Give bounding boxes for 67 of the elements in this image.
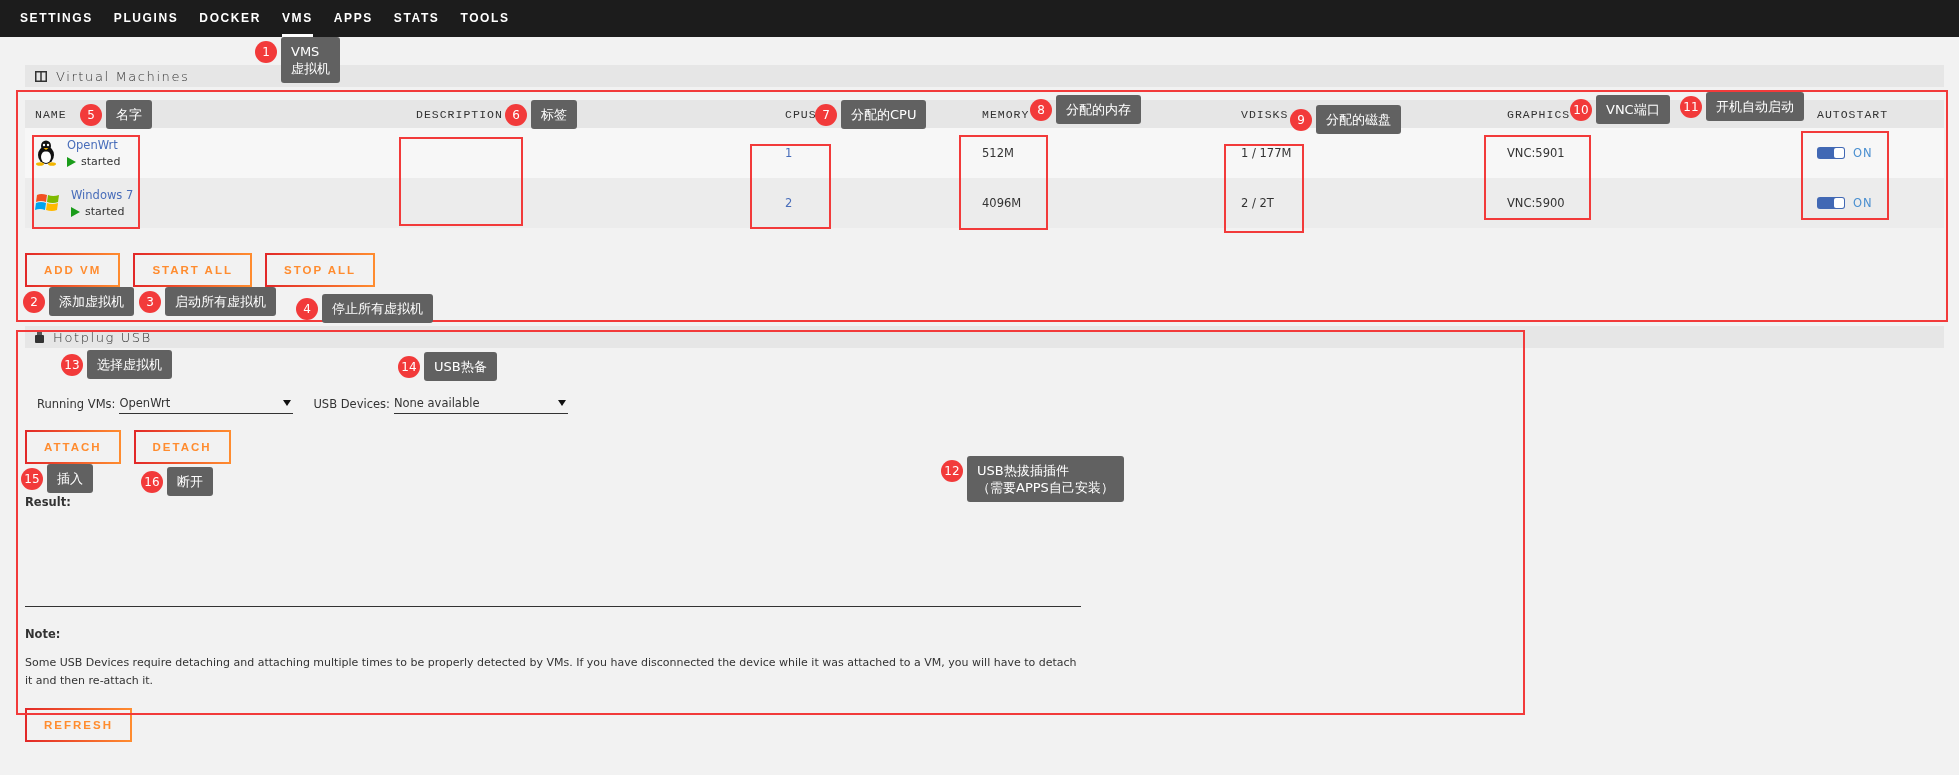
callout-label: 选择虚拟机 [87,350,172,379]
autostart-toggle[interactable] [1817,147,1845,159]
callout-label: 停止所有虚拟机 [322,294,433,323]
callout-label: 插入 [47,464,93,493]
running-vms-label: Running VMs: [37,396,116,411]
nav-tab[interactable]: APPS [333,0,373,37]
table-cell: 512M [972,128,1231,178]
column-header: AUTOSTART [1807,100,1944,128]
callout-label: 启动所有虚拟机 [165,287,276,316]
caret-icon [283,400,292,406]
columns-icon [35,70,47,82]
table-cell: VNC:5900 [1497,178,1807,228]
table-cell: 1 / 177M [1231,128,1497,178]
section-title: Virtual Machines [56,68,190,84]
note-text: Some USB Devices require detaching and attaching multiple times to be properly detected by VMs. If you have disconnected the device while it was attached to a VM, you will have to detach it and then re-attach it. [25,655,1078,689]
callout-number: 4 [296,298,318,320]
callout-label: VNC端口 [1596,95,1670,124]
nav-tab[interactable]: STATS [393,0,440,37]
nav-tab[interactable]: SETTINGS [20,0,93,37]
autostart-label: ON [1853,146,1873,160]
callout-text: VMS [291,43,321,60]
callout-number: 14 [398,356,420,378]
callout-text: USB热拔插插件 [977,462,1070,479]
callout-label: 添加虚拟机 [49,287,134,316]
table-cell: 4096M [972,178,1231,228]
callout-label: USB热备 [424,352,497,381]
callout-label: 断开 [167,467,213,496]
cpu-count-link[interactable]: 1 [785,146,793,160]
usb-devices-label: USB Devices: [313,396,390,411]
vm-name-link[interactable]: OpenWrt [67,138,121,152]
vm-name-link[interactable]: Windows 7 [71,188,134,202]
callout-text: 虚拟机 [291,60,330,77]
caret-icon [557,400,566,406]
vm-status: started [85,205,125,218]
table-cell: VNC:5901 [1497,128,1807,178]
callout-number: 3 [139,291,161,313]
table-cell: 2 / 2T [1231,178,1497,228]
cpu-count-link[interactable]: 2 [785,196,793,210]
callout-number: 2 [23,291,45,313]
nav-tab[interactable]: TOOLS [460,0,510,37]
callout-text: （需要APPS自己安装） [977,479,1114,496]
callout-label: 名字 [106,100,152,129]
callout-number: 11 [1680,96,1702,118]
callout-number: 13 [61,354,83,376]
callout-label: 分配的磁盘 [1316,105,1401,134]
callout-number: 10 [1570,99,1592,121]
callout-number: 16 [141,471,163,493]
note-label: Note: [25,627,62,641]
callout-number: 1 [255,41,277,63]
usb-plug-icon [35,331,44,343]
nav-tab[interactable]: DOCKER [199,0,261,37]
autostart-toggle[interactable] [1817,197,1845,209]
vm-status: started [81,155,121,168]
result-label: Result: [25,495,71,509]
running-vms-select[interactable]: OpenWrt [119,393,294,414]
autostart-label: ON [1853,196,1873,210]
callout-label: 开机自动启动 [1706,92,1804,121]
callout-number: 12 [941,460,963,482]
section-title: Hotplug USB [53,329,152,345]
nav-tab[interactable]: PLUGINS [113,0,179,37]
callout-number: 15 [21,468,43,490]
callout-label: 标签 [531,100,577,129]
callout-number: 8 [1030,99,1052,121]
usb-devices-select[interactable]: None available [393,393,568,414]
callout-label: 分配的内存 [1056,95,1141,124]
penguin-icon [35,140,57,166]
callout-label: 分配的CPU [841,100,927,129]
